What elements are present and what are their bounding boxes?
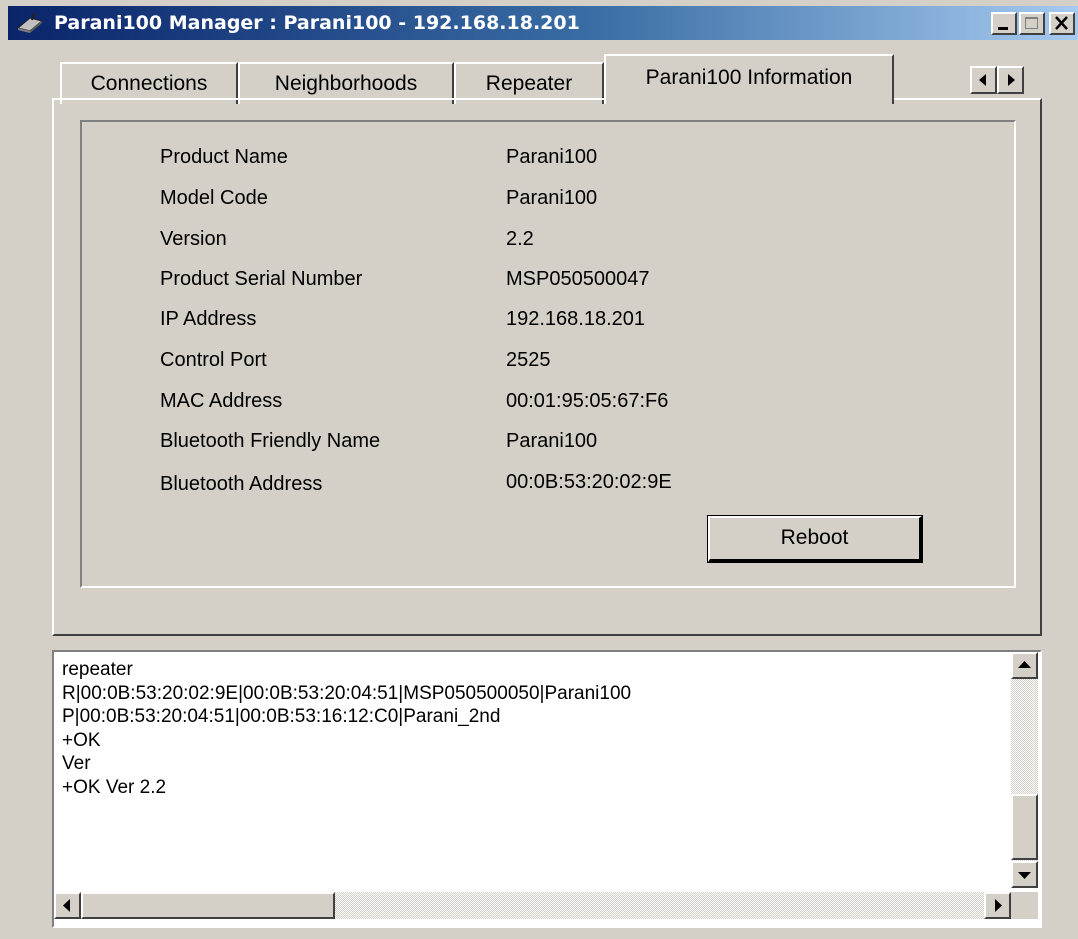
close-button[interactable] (1049, 12, 1075, 35)
reboot-button[interactable]: Reboot (707, 515, 923, 563)
tab-label: Parani100 Information (645, 66, 853, 89)
vertical-scroll-thumb[interactable] (1011, 794, 1038, 860)
log-line: P|00:0B:53:20:04:51|00:0B:53:16:12:C0|Pa… (62, 706, 501, 727)
scrollbar-corner (1011, 892, 1038, 919)
scroll-up-button[interactable] (1011, 652, 1038, 679)
minimize-button[interactable] (991, 12, 1017, 35)
bluetooth-address-value: 00:0B:53:20:02:9E (506, 471, 672, 493)
vertical-scrollbar[interactable] (1011, 652, 1038, 888)
title-bar[interactable]: Parani100 Manager : Parani100 - 192.168.… (8, 6, 1078, 40)
product-name-value: Parani100 (506, 146, 598, 168)
control-port-value: 2525 (506, 349, 551, 371)
log-line: +OK Ver 2.2 (62, 776, 167, 798)
tab-label: Repeater (485, 72, 573, 95)
mac-address-label: MAC Address (160, 390, 283, 412)
scroll-left-button[interactable] (54, 892, 81, 919)
reboot-button-label: Reboot (780, 526, 849, 549)
tab-scroll-left-button[interactable] (970, 66, 997, 94)
log-line: Ver (62, 753, 91, 774)
tab-label: Neighborhoods (274, 72, 418, 95)
mac-address-value: 00:01:95:05:67:F6 (506, 390, 669, 412)
bluetooth-friendly-name-value: Parani100 (506, 430, 598, 452)
scroll-down-button[interactable] (1011, 861, 1038, 888)
maximize-button[interactable] (1019, 12, 1045, 35)
log-text: repeater R|00:0B:53:20:02:9E|00:0B:53:20:… (62, 658, 631, 799)
model-code-value: Parani100 (506, 187, 598, 209)
ip-address-value: 192.168.18.201 (506, 308, 646, 330)
tab-scroll-right-button[interactable] (997, 66, 1024, 94)
version-value: 2.2 (506, 228, 534, 250)
bluetooth-address-label: Bluetooth Address (160, 473, 323, 495)
bluetooth-device-icon[interactable] (16, 12, 44, 34)
version-label: Version (160, 228, 227, 250)
horizontal-scroll-thumb[interactable] (81, 892, 335, 919)
model-code-label: Model Code (160, 187, 268, 209)
scroll-right-button[interactable] (984, 892, 1011, 919)
tab-parani100-information[interactable]: Parani100 Information (604, 54, 894, 104)
serial-number-value: MSP050500047 (506, 268, 650, 290)
bluetooth-friendly-name-label: Bluetooth Friendly Name (160, 430, 381, 452)
ip-address-label: IP Address (160, 308, 257, 330)
log-output[interactable]: repeater R|00:0B:53:20:02:9E|00:0B:53:20:… (52, 650, 1042, 928)
horizontal-scrollbar[interactable] (54, 892, 1011, 919)
log-line: repeater (62, 659, 133, 680)
window-title: Parani100 Manager : Parani100 - 192.168.… (54, 12, 580, 34)
control-port-label: Control Port (160, 349, 267, 371)
tab-label: Connections (90, 72, 208, 95)
log-line: +OK (62, 729, 101, 751)
serial-number-label: Product Serial Number (160, 268, 363, 290)
log-line: R|00:0B:53:20:02:9E|00:0B:53:20:04:51|MS… (62, 682, 632, 704)
product-name-label: Product Name (160, 146, 288, 168)
